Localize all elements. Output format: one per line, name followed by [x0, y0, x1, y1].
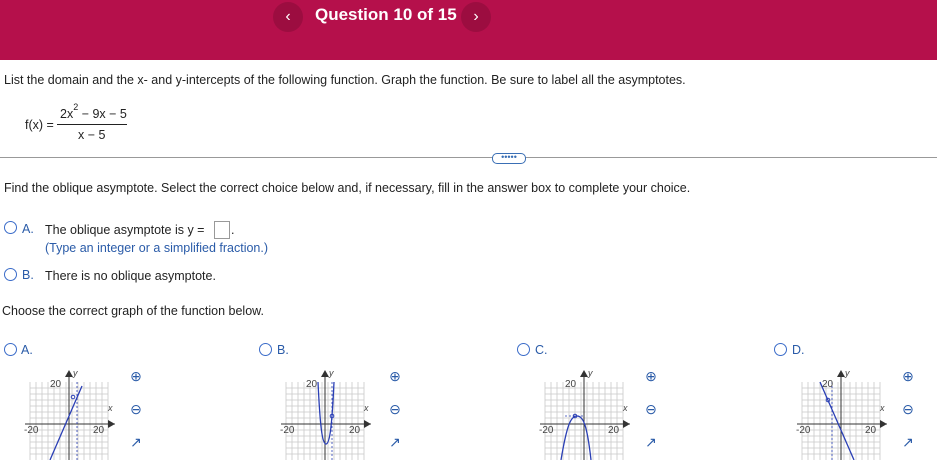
tick-y: 20 — [565, 379, 577, 390]
chevron-right-icon: › — [473, 8, 479, 25]
option-a-letter: A. — [22, 222, 34, 236]
graph-d-radio[interactable] — [774, 343, 787, 356]
zoom-in-icon[interactable]: ⊕ — [125, 365, 147, 387]
part-instruction: Find the oblique asymptote. Select the c… — [4, 181, 691, 195]
curve — [560, 415, 592, 460]
option-b-letter: B. — [22, 268, 34, 282]
axis-y-label: y — [844, 368, 850, 378]
zoom-out-icon[interactable]: ⊖ — [384, 398, 406, 420]
zoom-in-icon[interactable]: ⊕ — [640, 365, 662, 387]
expand-icon[interactable]: ↗ — [125, 431, 147, 453]
graph-b-letter: B. — [277, 343, 289, 357]
tick-x-pos: 20 — [865, 425, 877, 436]
axis-x-label: x — [107, 403, 113, 413]
question-title: Question 10 of 15 — [315, 5, 457, 24]
tick-x-neg: -20 — [796, 425, 811, 436]
zoom-in-icon[interactable]: ⊕ — [384, 365, 406, 387]
y-axis-arrow-icon — [65, 370, 73, 377]
section-divider — [0, 157, 937, 158]
zoom-in-icon[interactable]: ⊕ — [897, 365, 919, 387]
header-bar: ‹ Question 10 of 15 › — [0, 0, 937, 60]
zoom-out-icon[interactable]: ⊖ — [125, 398, 147, 420]
y-axis-arrow-icon — [837, 370, 845, 377]
tick-y: 20 — [822, 379, 834, 390]
axis-x-label: x — [622, 403, 628, 413]
previous-question-button[interactable]: ‹ — [273, 2, 303, 32]
y-axis-arrow-icon — [321, 370, 329, 377]
expand-icon[interactable]: ↗ — [897, 431, 919, 453]
y-axis-arrow-icon — [580, 370, 588, 377]
x-axis-arrow-icon — [108, 420, 115, 428]
tick-x-neg: -20 — [280, 425, 295, 436]
axis-x-label: x — [363, 403, 369, 413]
x-axis-arrow-icon — [623, 420, 630, 428]
tick-x-pos: 20 — [93, 425, 105, 436]
period: . — [231, 223, 235, 237]
zoom-out-icon[interactable]: ⊖ — [897, 398, 919, 420]
next-question-button[interactable]: › — [461, 2, 491, 32]
expand-button[interactable]: ••••• — [492, 153, 526, 164]
tick-x-pos: 20 — [349, 425, 361, 436]
option-a-text: The oblique asymptote is y = — [45, 223, 205, 237]
axis-y-label: y — [328, 368, 334, 378]
graph-b-radio[interactable] — [259, 343, 272, 356]
axis-y-label: y — [72, 368, 78, 378]
zoom-out-icon[interactable]: ⊖ — [640, 398, 662, 420]
option-b-radio[interactable] — [4, 268, 17, 281]
function-label: f(x) = — [25, 118, 54, 132]
graph-c-letter: C. — [535, 343, 548, 357]
chevron-left-icon: ‹ — [285, 8, 291, 25]
question-prompt: List the domain and the x- and y-interce… — [4, 73, 686, 87]
function-denominator: x − 5 — [78, 128, 106, 142]
graph-a-radio[interactable] — [4, 343, 17, 356]
x-axis-arrow-icon — [880, 420, 887, 428]
tick-x-pos: 20 — [608, 425, 620, 436]
tick-y: 20 — [50, 379, 62, 390]
oblique-asymptote-input[interactable] — [214, 221, 230, 239]
expand-icon[interactable]: ↗ — [384, 431, 406, 453]
graph-c-radio[interactable] — [517, 343, 530, 356]
function-numerator: 2x2 − 9x − 5 — [60, 102, 127, 122]
x-axis-arrow-icon — [364, 420, 371, 428]
tick-x-neg: -20 — [539, 425, 554, 436]
option-b-text: There is no oblique asymptote. — [45, 269, 216, 283]
axis-y-label: y — [587, 368, 593, 378]
graph-instruction: Choose the correct graph of the function… — [2, 304, 264, 318]
option-a-radio[interactable] — [4, 221, 17, 234]
fraction-bar — [57, 124, 127, 125]
option-a-hint: (Type an integer or a simplified fractio… — [45, 241, 269, 255]
expand-icon[interactable]: ↗ — [640, 431, 662, 453]
tick-y: 20 — [306, 379, 318, 390]
axis-x-label: x — [879, 403, 885, 413]
graph-a-letter: A. — [21, 343, 33, 357]
tick-x-neg: -20 — [24, 425, 39, 436]
graph-d-letter: D. — [792, 343, 805, 357]
